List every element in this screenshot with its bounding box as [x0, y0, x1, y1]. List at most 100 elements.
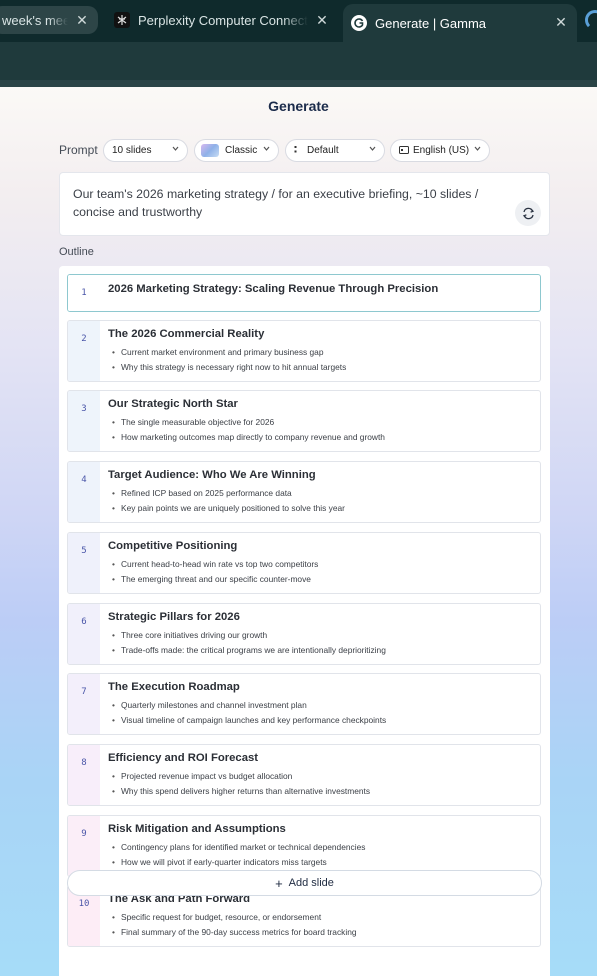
slide-bullet[interactable]: The single measurable objective for 2026 — [112, 415, 385, 430]
card-number-strip — [68, 462, 100, 522]
chevron-down-icon — [171, 144, 180, 155]
slide-title[interactable]: The Execution Roadmap — [108, 681, 240, 693]
slide-bullet[interactable]: Current market environment and primary b… — [112, 345, 346, 360]
tab-title: Generate | Gamma — [375, 15, 487, 31]
slide-bullet-list: Contingency plans for identified market … — [112, 840, 365, 870]
slide-bullet[interactable]: Trade-offs made: the critical programs w… — [112, 643, 386, 658]
slide-number: 2 — [81, 334, 87, 344]
close-tab-icon[interactable]: ✕ — [314, 12, 330, 28]
browser-tab[interactable]: week's mee ✕ — [0, 6, 98, 34]
tab-title: week's mee — [2, 12, 68, 28]
outline-card[interactable]: 8 Efficiency and ROI Forecast Projected re… — [67, 744, 541, 806]
slide-number: 9 — [81, 829, 87, 839]
language-value: English (US) — [413, 145, 470, 156]
slide-bullet-list: Current head-to-head win rate vs top two… — [112, 557, 318, 587]
slide-title[interactable]: 2026 Marketing Strategy: Scaling Revenue… — [108, 283, 438, 295]
browser-tab[interactable]: Perplexity Computer Connecto ✕ — [106, 6, 338, 34]
card-number-strip — [68, 674, 100, 734]
slide-bullet-list: Refined ICP based on 2025 performance da… — [112, 486, 345, 516]
slide-bullet-list: Specific request for budget, resource, o… — [112, 910, 357, 940]
generate-page: Generate Prompt 10 slides Classic Defaul… — [0, 87, 597, 976]
theme-dropdown[interactable]: Classic — [194, 139, 279, 162]
prompt-input[interactable]: Our team's 2026 marketing strategy / for… — [59, 172, 550, 236]
tab-title: Perplexity Computer Connecto — [138, 12, 308, 28]
perplexity-favicon-icon — [114, 12, 130, 28]
slide-title[interactable]: Competitive Positioning — [108, 540, 237, 552]
outline-card[interactable]: 5 Competitive Positioning Current head-to-… — [67, 532, 541, 594]
slide-number: 8 — [81, 758, 87, 768]
slide-number: 1 — [81, 288, 87, 298]
slide-bullet[interactable]: Refined ICP based on 2025 performance da… — [112, 486, 345, 501]
slide-title[interactable]: Strategic Pillars for 2026 — [108, 611, 240, 623]
card-number-strip — [68, 391, 100, 451]
close-tab-icon[interactable]: ✕ — [553, 14, 569, 30]
chevron-down-icon — [262, 144, 271, 155]
slide-bullet-list: Three core initiatives driving our growt… — [112, 628, 386, 658]
card-number-strip — [68, 533, 100, 593]
browser-toolbar — [0, 42, 597, 82]
card-number-strip — [68, 816, 100, 876]
slide-title[interactable]: The 2026 Commercial Reality — [108, 328, 264, 340]
slide-bullet[interactable]: Why this strategy is necessary right now… — [112, 360, 346, 375]
style-dropdown[interactable]: Default — [285, 139, 385, 162]
slide-bullet[interactable]: Key pain points we are uniquely position… — [112, 501, 345, 516]
slide-title[interactable]: Our Strategic North Star — [108, 398, 238, 410]
outline-card[interactable]: 1 2026 Marketing Strategy: Scaling Revenu… — [67, 274, 541, 312]
outline-card[interactable]: 6 Strategic Pillars for 2026 Three core in… — [67, 603, 541, 665]
slide-title[interactable]: Target Audience: Who We Are Winning — [108, 469, 316, 481]
page-title: Generate — [268, 98, 329, 114]
slide-bullet[interactable]: Three core initiatives driving our growt… — [112, 628, 386, 643]
slide-bullet[interactable]: Projected revenue impact vs budget alloc… — [112, 769, 370, 784]
slide-number: 10 — [78, 899, 90, 909]
slide-title[interactable]: Risk Mitigation and Assumptions — [108, 823, 286, 835]
slide-bullet-list: Current market environment and primary b… — [112, 345, 346, 375]
outline-card[interactable]: 3 Our Strategic North Star The single meas… — [67, 390, 541, 452]
slide-title[interactable]: Efficiency and ROI Forecast — [108, 752, 258, 764]
slide-bullet[interactable]: Visual timeline of campaign launches and… — [112, 713, 386, 728]
gamma-favicon-icon — [351, 15, 367, 31]
slide-number: 4 — [81, 475, 87, 485]
chevron-down-icon — [368, 144, 377, 155]
slide-count-dropdown[interactable]: 10 slides — [103, 139, 188, 162]
slide-bullet[interactable]: How we will pivot if early-quarter indic… — [112, 855, 365, 870]
plus-icon: + — [275, 875, 283, 891]
slide-count-value: 10 slides — [112, 145, 152, 156]
add-slide-label: Add slide — [288, 877, 334, 889]
slide-bullet-list: Quarterly milestones and channel investm… — [112, 698, 386, 728]
slide-bullet[interactable]: How marketing outcomes map directly to c… — [112, 430, 385, 445]
outline-card[interactable]: 4 Target Audience: Who We Are Winning Refi… — [67, 461, 541, 523]
outline-label: Outline — [59, 246, 94, 258]
outline-card[interactable]: 9 Risk Mitigation and Assumptions Continge… — [67, 815, 541, 877]
prompt-text[interactable]: Our team's 2026 marketing strategy / for… — [73, 185, 503, 221]
theme-value: Classic — [225, 145, 258, 156]
slide-bullet[interactable]: Final summary of the 90-day success metr… — [112, 925, 357, 940]
slide-bullet-list: Projected revenue impact vs budget alloc… — [112, 769, 370, 799]
prompt-label: Prompt — [59, 143, 98, 157]
regenerate-button[interactable] — [515, 200, 541, 226]
chevron-down-icon — [473, 144, 482, 155]
slide-number: 5 — [81, 546, 87, 556]
card-number-strip — [68, 604, 100, 664]
slide-number: 3 — [81, 404, 87, 414]
slide-bullet[interactable]: Specific request for budget, resource, o… — [112, 910, 357, 925]
add-slide-button[interactable]: + Add slide — [67, 870, 542, 896]
outline-card[interactable]: 7 The Execution Roadmap Quarterly mileston… — [67, 673, 541, 735]
card-number-strip — [68, 321, 100, 381]
theme-swatch-icon — [201, 144, 219, 157]
swap-arrows-icon — [522, 207, 534, 219]
slide-bullet[interactable]: Why this spend delivers higher returns t… — [112, 784, 370, 799]
slide-number: 6 — [81, 617, 87, 627]
close-tab-icon[interactable]: ✕ — [74, 12, 90, 28]
slide-bullet[interactable]: Quarterly milestones and channel investm… — [112, 698, 386, 713]
slide-bullet[interactable]: Contingency plans for identified market … — [112, 840, 365, 855]
slide-bullet[interactable]: The emerging threat and our specific cou… — [112, 572, 318, 587]
browser-tab-active[interactable]: Generate | Gamma ✕ — [343, 4, 577, 42]
language-dropdown[interactable]: English (US) — [390, 139, 490, 162]
slide-bullet-list: The single measurable objective for 2026… — [112, 415, 385, 445]
layout-icon — [294, 145, 303, 156]
outline-card[interactable]: 2 The 2026 Commercial Reality Current mark… — [67, 320, 541, 382]
slide-bullet[interactable]: Current head-to-head win rate vs top two… — [112, 557, 318, 572]
browser-tab-strip: week's mee ✕ Perplexity Computer Connect… — [0, 0, 597, 42]
next-tab-favicon-icon[interactable] — [585, 10, 597, 30]
card-number-strip — [68, 745, 100, 805]
